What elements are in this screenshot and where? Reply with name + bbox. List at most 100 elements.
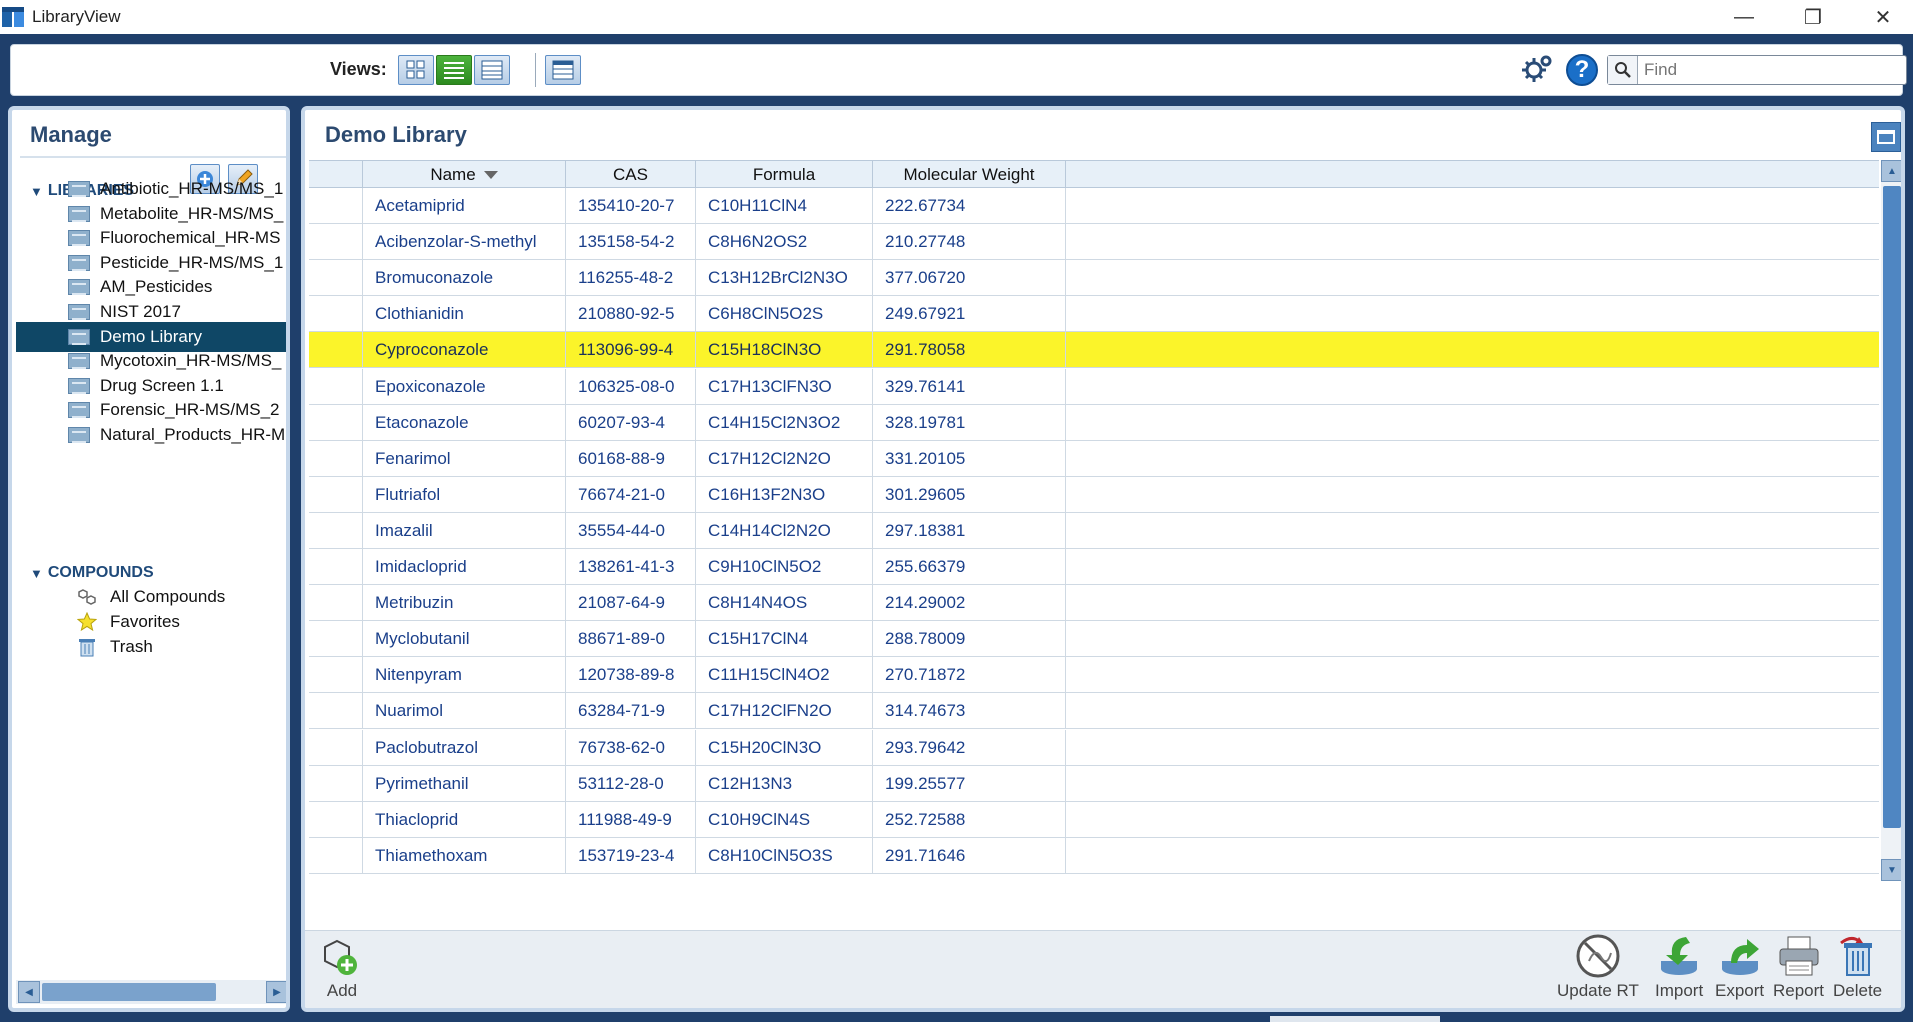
cell-cas[interactable]: 106325-08-0 xyxy=(566,368,696,405)
cell-molecular-weight[interactable]: 291.71646 xyxy=(873,837,1066,874)
close-button[interactable]: ✕ xyxy=(1848,0,1913,34)
table-row[interactable]: Pyrimethanil 53112-28-0 C12H13N3 199.25577 xyxy=(309,765,1879,802)
cell-cas[interactable]: 111988-49-9 xyxy=(566,801,696,838)
restore-button[interactable]: ❐ xyxy=(1778,0,1848,34)
table-row[interactable]: Fenarimol 60168-88-9 C17H12Cl2N2O 331.20105 xyxy=(309,440,1879,477)
update-rt-button[interactable]: Update RT xyxy=(1557,933,1639,1001)
cell-name[interactable]: Imazalil xyxy=(363,512,566,549)
settings-gear-icon[interactable] xyxy=(1519,52,1555,88)
cell-cas[interactable]: 53112-28-0 xyxy=(566,765,696,802)
cell-formula[interactable]: C16H13F2N3O xyxy=(696,476,873,513)
row-header-cell[interactable] xyxy=(309,188,363,224)
cell-formula[interactable]: C9H10ClN5O2 xyxy=(696,549,873,585)
cell-molecular-weight[interactable]: 222.67734 xyxy=(873,188,1066,224)
scroll-down-arrow-icon[interactable]: ▼ xyxy=(1881,859,1901,881)
cell-molecular-weight[interactable]: 214.29002 xyxy=(873,585,1066,622)
cell-cas[interactable]: 135410-20-7 xyxy=(566,188,696,224)
delete-button[interactable]: Delete xyxy=(1833,933,1882,1001)
table-row[interactable]: Paclobutrazol 76738-62-0 C15H20ClN3O 293.79… xyxy=(309,729,1879,766)
cell-name[interactable]: Metribuzin xyxy=(363,585,566,622)
cell-cas[interactable]: 60168-88-9 xyxy=(566,440,696,477)
cell-name[interactable]: Etaconazole xyxy=(363,404,566,441)
table-row[interactable]: Clothianidin 210880-92-5 C6H8ClN5O2S 249.67… xyxy=(309,296,1879,333)
cell-name[interactable]: Bromuconazole xyxy=(363,260,566,297)
row-header-cell[interactable] xyxy=(309,440,363,477)
cell-formula[interactable]: C11H15ClN4O2 xyxy=(696,657,873,694)
cell-formula[interactable]: C17H13ClFN3O xyxy=(696,368,873,405)
table-row[interactable]: Myclobutanil 88671-89-0 C15H17ClN4 288.7800… xyxy=(309,621,1879,658)
cell-name[interactable]: Paclobutrazol xyxy=(363,729,566,766)
table-row[interactable]: Imidacloprid 138261-41-3 C9H10ClN5O2 255.66… xyxy=(309,549,1879,585)
library-item[interactable]: Natural_Products_HR-M xyxy=(16,420,286,450)
column-header-cas[interactable]: CAS xyxy=(566,161,696,189)
scroll-up-arrow-icon[interactable]: ▲ xyxy=(1881,160,1901,182)
cell-formula[interactable]: C13H12BrCl2N3O xyxy=(696,260,873,297)
cell-name[interactable]: Acibenzolar-S-methyl xyxy=(363,224,566,261)
scroll-thumb[interactable] xyxy=(1883,186,1901,828)
scroll-left-arrow-icon[interactable]: ◀ xyxy=(18,981,40,1003)
cell-name[interactable]: Pyrimethanil xyxy=(363,765,566,802)
cell-cas[interactable]: 210880-92-5 xyxy=(566,296,696,333)
cell-name[interactable]: Nuarimol xyxy=(363,693,566,730)
column-header-name[interactable]: Name xyxy=(363,161,566,189)
table-row[interactable]: Thiacloprid 111988-49-9 C10H9ClN4S 252.7258… xyxy=(309,801,1879,838)
row-header-cell[interactable] xyxy=(309,476,363,513)
cell-name[interactable]: Thiacloprid xyxy=(363,801,566,838)
row-header-cell[interactable] xyxy=(309,224,363,261)
maximize-panel-icon[interactable] xyxy=(1871,122,1901,152)
row-header-cell[interactable] xyxy=(309,765,363,802)
cell-formula[interactable]: C10H11ClN4 xyxy=(696,188,873,224)
row-header-cell[interactable] xyxy=(309,512,363,549)
row-header-cell[interactable] xyxy=(309,296,363,333)
cell-molecular-weight[interactable]: 291.78058 xyxy=(873,332,1066,369)
row-header-cell[interactable] xyxy=(309,368,363,405)
cell-name[interactable]: Thiamethoxam xyxy=(363,837,566,874)
row-header-cell[interactable] xyxy=(309,837,363,874)
cell-molecular-weight[interactable]: 288.78009 xyxy=(873,621,1066,658)
cell-formula[interactable]: C8H10ClN5O3S xyxy=(696,837,873,874)
search-icon[interactable] xyxy=(1608,56,1638,84)
row-header-cell[interactable] xyxy=(309,332,363,369)
column-header-molecular-weight[interactable]: Molecular Weight xyxy=(873,161,1066,189)
row-header-cell[interactable] xyxy=(309,260,363,297)
view-detail-button[interactable] xyxy=(474,55,510,85)
cell-name[interactable]: Acetamiprid xyxy=(363,188,566,224)
cell-name[interactable]: Flutriafol xyxy=(363,476,566,513)
row-header-cell[interactable] xyxy=(309,657,363,694)
row-header-cell[interactable] xyxy=(309,729,363,766)
cell-cas[interactable]: 63284-71-9 xyxy=(566,693,696,730)
table-row[interactable]: Flutriafol 76674-21-0 C16H13F2N3O 301.29605 xyxy=(309,476,1879,513)
table-row[interactable]: Bromuconazole 116255-48-2 C13H12BrCl2N3O 37… xyxy=(309,260,1879,297)
left-horizontal-scrollbar[interactable]: ◀ ▶ xyxy=(16,980,286,1004)
cell-cas[interactable]: 153719-23-4 xyxy=(566,837,696,874)
cell-molecular-weight[interactable]: 249.67921 xyxy=(873,296,1066,333)
cell-formula[interactable]: C8H14N4OS xyxy=(696,585,873,622)
cell-cas[interactable]: 76738-62-0 xyxy=(566,729,696,766)
view-tiles-button[interactable] xyxy=(398,55,434,85)
table-vertical-scrollbar[interactable]: ▲ ▼ xyxy=(1881,160,1901,881)
cell-molecular-weight[interactable]: 210.27748 xyxy=(873,224,1066,261)
cell-formula[interactable]: C17H12Cl2N2O xyxy=(696,440,873,477)
cell-formula[interactable]: C12H13N3 xyxy=(696,765,873,802)
cell-formula[interactable]: C8H6N2OS2 xyxy=(696,224,873,261)
view-table-button[interactable] xyxy=(545,55,581,85)
cell-formula[interactable]: C15H20ClN3O xyxy=(696,729,873,766)
scroll-right-arrow-icon[interactable]: ▶ xyxy=(266,981,286,1003)
cell-molecular-weight[interactable]: 270.71872 xyxy=(873,657,1066,694)
cell-molecular-weight[interactable]: 328.19781 xyxy=(873,404,1066,441)
cell-molecular-weight[interactable]: 301.29605 xyxy=(873,476,1066,513)
table-row[interactable]: Epoxiconazole 106325-08-0 C17H13ClFN3O 329.… xyxy=(309,368,1879,405)
cell-name[interactable]: Epoxiconazole xyxy=(363,368,566,405)
row-header-cell[interactable] xyxy=(309,621,363,658)
cell-name[interactable]: Nitenpyram xyxy=(363,657,566,694)
cell-formula[interactable]: C15H17ClN4 xyxy=(696,621,873,658)
cell-molecular-weight[interactable]: 377.06720 xyxy=(873,260,1066,297)
help-icon[interactable]: ? xyxy=(1566,54,1598,86)
cell-molecular-weight[interactable]: 314.74673 xyxy=(873,693,1066,730)
cell-molecular-weight[interactable]: 293.79642 xyxy=(873,729,1066,766)
view-list-button[interactable] xyxy=(436,55,472,85)
table-row[interactable]: Nuarimol 63284-71-9 C17H12ClFN2O 314.74673 xyxy=(309,693,1879,730)
row-header-cell[interactable] xyxy=(309,801,363,838)
table-row[interactable]: Thiamethoxam 153719-23-4 C8H10ClN5O3S 291.7… xyxy=(309,837,1879,874)
table-row[interactable]: Metribuzin 21087-64-9 C8H14N4OS 214.29002 xyxy=(309,585,1879,622)
